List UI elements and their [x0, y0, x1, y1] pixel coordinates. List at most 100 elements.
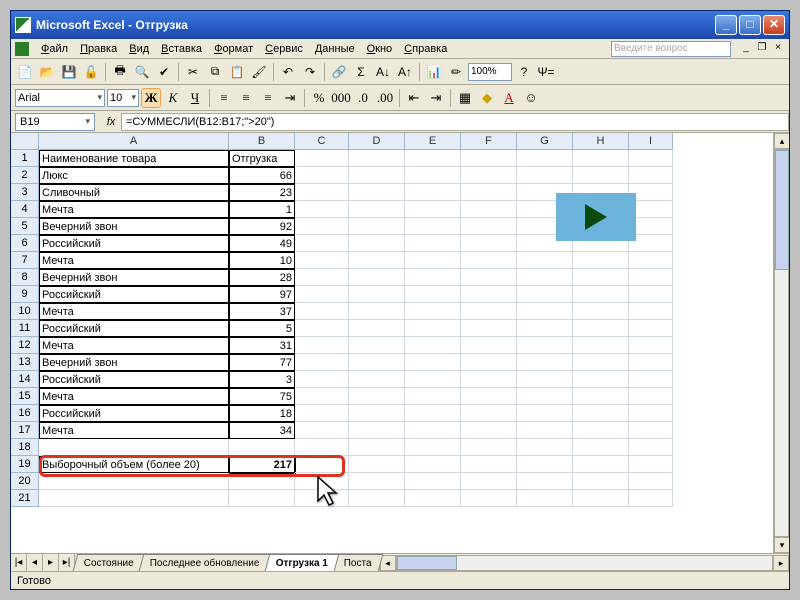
cell-B17[interactable]: 34: [229, 422, 295, 439]
row-header-4[interactable]: 4: [11, 201, 39, 218]
increase-indent-button[interactable]: ⇥: [426, 88, 446, 108]
cell-E3[interactable]: [405, 184, 461, 201]
cell-B3[interactable]: 23: [229, 184, 295, 201]
underline-button[interactable]: Ч: [185, 88, 205, 108]
cell-D2[interactable]: [349, 167, 405, 184]
cell-B2[interactable]: 66: [229, 167, 295, 184]
cell-D12[interactable]: [349, 337, 405, 354]
cell-I13[interactable]: [629, 354, 673, 371]
sort-desc-icon[interactable]: A↑: [395, 62, 415, 82]
cell-A19[interactable]: Выборочный объем (более 20): [39, 456, 229, 473]
cell-E21[interactable]: [405, 490, 461, 507]
help-search-input[interactable]: Введите вопрос: [611, 41, 731, 57]
sheet-tab-1[interactable]: Последнее обновление: [139, 554, 271, 571]
col-header-H[interactable]: H: [573, 133, 629, 150]
cell-A14[interactable]: Российский: [39, 371, 229, 388]
menu-данные[interactable]: Данные: [309, 41, 361, 57]
menu-сервис[interactable]: Сервис: [259, 41, 309, 57]
decrease-decimal-button[interactable]: .00: [375, 88, 395, 108]
cell-F6[interactable]: [461, 235, 517, 252]
tab-prev-button[interactable]: ◂: [27, 554, 43, 571]
cell-F7[interactable]: [461, 252, 517, 269]
cell-I14[interactable]: [629, 371, 673, 388]
cell-E13[interactable]: [405, 354, 461, 371]
hyperlink-icon[interactable]: 🔗: [329, 62, 349, 82]
row-header-17[interactable]: 17: [11, 422, 39, 439]
cell-F4[interactable]: [461, 201, 517, 218]
cell-C21[interactable]: [295, 490, 349, 507]
currency-button[interactable]: %: [309, 88, 329, 108]
row-header-18[interactable]: 18: [11, 439, 39, 456]
row-header-20[interactable]: 20: [11, 473, 39, 490]
cell-B11[interactable]: 5: [229, 320, 295, 337]
cell-F8[interactable]: [461, 269, 517, 286]
cell-H13[interactable]: [573, 354, 629, 371]
cell-B18[interactable]: [229, 439, 295, 456]
row-header-12[interactable]: 12: [11, 337, 39, 354]
cell-F2[interactable]: [461, 167, 517, 184]
undo-icon[interactable]: ↶: [278, 62, 298, 82]
align-right-button[interactable]: ≡: [258, 88, 278, 108]
cell-D9[interactable]: [349, 286, 405, 303]
cell-H20[interactable]: [573, 473, 629, 490]
cell-F10[interactable]: [461, 303, 517, 320]
cell-F3[interactable]: [461, 184, 517, 201]
cell-G11[interactable]: [517, 320, 573, 337]
cell-G1[interactable]: [517, 150, 573, 167]
cell-C6[interactable]: [295, 235, 349, 252]
doc-restore-icon[interactable]: ❐: [755, 42, 769, 56]
cell-B7[interactable]: 10: [229, 252, 295, 269]
font-combo[interactable]: Arial: [15, 89, 105, 107]
row-header-14[interactable]: 14: [11, 371, 39, 388]
cell-A6[interactable]: Российский: [39, 235, 229, 252]
menu-справка[interactable]: Справка: [398, 41, 453, 57]
autosum-icon[interactable]: Σ: [351, 62, 371, 82]
cell-A18[interactable]: [39, 439, 229, 456]
format-painter-icon[interactable]: 🖌: [249, 62, 269, 82]
cell-B21[interactable]: [229, 490, 295, 507]
cell-D7[interactable]: [349, 252, 405, 269]
row-header-3[interactable]: 3: [11, 184, 39, 201]
cell-E14[interactable]: [405, 371, 461, 388]
print-preview-icon[interactable]: 🔍: [132, 62, 152, 82]
col-header-D[interactable]: D: [349, 133, 405, 150]
cell-E17[interactable]: [405, 422, 461, 439]
cell-G7[interactable]: [517, 252, 573, 269]
cell-I18[interactable]: [629, 439, 673, 456]
cell-H19[interactable]: [573, 456, 629, 473]
cell-D20[interactable]: [349, 473, 405, 490]
help-icon[interactable]: ?: [514, 62, 534, 82]
minimize-button[interactable]: _: [715, 15, 737, 35]
cell-F17[interactable]: [461, 422, 517, 439]
cell-G13[interactable]: [517, 354, 573, 371]
cell-D10[interactable]: [349, 303, 405, 320]
menu-правка[interactable]: Правка: [74, 41, 123, 57]
cell-H8[interactable]: [573, 269, 629, 286]
cell-H1[interactable]: [573, 150, 629, 167]
decrease-indent-button[interactable]: ⇤: [404, 88, 424, 108]
permission-icon[interactable]: 🔓: [81, 62, 101, 82]
cell-D21[interactable]: [349, 490, 405, 507]
cell-A8[interactable]: Вечерний звон: [39, 269, 229, 286]
col-header-I[interactable]: I: [629, 133, 673, 150]
cell-A3[interactable]: Сливочный: [39, 184, 229, 201]
fill-color-button[interactable]: ◆: [477, 88, 497, 108]
cell-G8[interactable]: [517, 269, 573, 286]
col-header-F[interactable]: F: [461, 133, 517, 150]
cell-H12[interactable]: [573, 337, 629, 354]
cell-I21[interactable]: [629, 490, 673, 507]
cell-B6[interactable]: 49: [229, 235, 295, 252]
cell-C11[interactable]: [295, 320, 349, 337]
spreadsheet-grid[interactable]: ABCDEFGHI 123456789101112131415161718192…: [11, 133, 789, 553]
cell-H7[interactable]: [573, 252, 629, 269]
cell-E6[interactable]: [405, 235, 461, 252]
cell-C19[interactable]: [295, 456, 349, 473]
cell-C8[interactable]: [295, 269, 349, 286]
cell-C12[interactable]: [295, 337, 349, 354]
doc-close-icon[interactable]: ×: [771, 42, 785, 56]
open-icon[interactable]: 📂: [37, 62, 57, 82]
cell-C1[interactable]: [295, 150, 349, 167]
chart-icon[interactable]: 📊: [424, 62, 444, 82]
menu-вид[interactable]: Вид: [123, 41, 155, 57]
cell-B15[interactable]: 75: [229, 388, 295, 405]
